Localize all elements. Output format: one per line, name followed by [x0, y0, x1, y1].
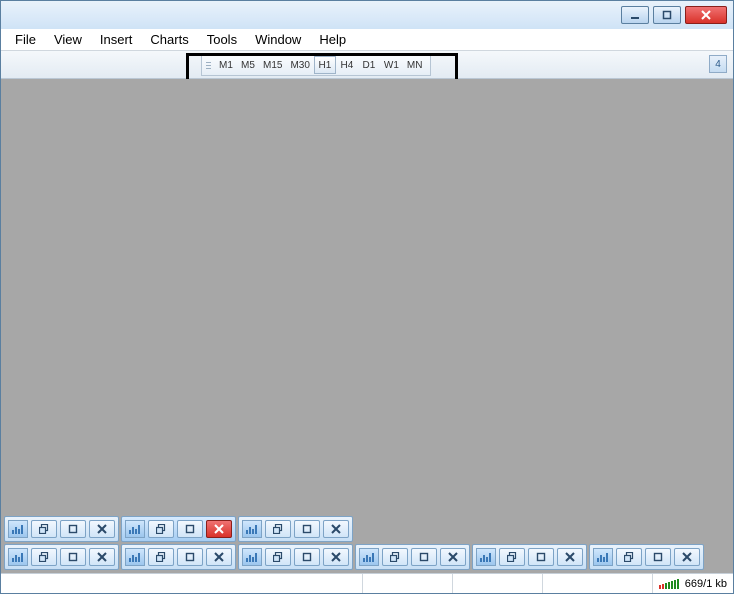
- mdi-maximize-button[interactable]: [294, 520, 320, 538]
- status-cell: [362, 574, 452, 593]
- mdi-minimized-window[interactable]: [4, 544, 119, 570]
- chart-icon: [125, 520, 145, 538]
- menubar: File View Insert Charts Tools Window Hel…: [1, 29, 733, 51]
- maximize-icon: [662, 10, 672, 20]
- chart-icon: [476, 548, 496, 566]
- mdi-restore-button[interactable]: [148, 520, 174, 538]
- mdi-restore-button[interactable]: [265, 548, 291, 566]
- chart-icon: [593, 548, 613, 566]
- mdi-minimized-zone: [1, 513, 733, 573]
- chart-icon: [8, 520, 28, 538]
- menu-insert[interactable]: Insert: [92, 30, 141, 49]
- status-traffic-text: 669/1 kb: [685, 578, 727, 590]
- mdi-close-button[interactable]: [323, 520, 349, 538]
- chart-icon: [242, 548, 262, 566]
- menu-tools[interactable]: Tools: [199, 30, 245, 49]
- chart-icon: [125, 548, 145, 566]
- period-m5-button[interactable]: M5: [237, 56, 259, 74]
- mdi-maximize-button[interactable]: [528, 548, 554, 566]
- mdi-close-button[interactable]: [89, 520, 115, 538]
- mdi-maximize-button[interactable]: [177, 520, 203, 538]
- status-cell: [1, 574, 362, 593]
- mdi-maximize-button[interactable]: [60, 520, 86, 538]
- chart-icon: [8, 548, 28, 566]
- mdi-minimized-window[interactable]: [238, 544, 353, 570]
- mdi-minimized-window[interactable]: [121, 544, 236, 570]
- mdi-minimized-window[interactable]: [355, 544, 470, 570]
- mdi-close-button[interactable]: [206, 520, 232, 538]
- menu-help[interactable]: Help: [311, 30, 354, 49]
- chart-icon: [242, 520, 262, 538]
- status-cell: [542, 574, 652, 593]
- mdi-close-button[interactable]: [206, 548, 232, 566]
- mdi-restore-button[interactable]: [148, 548, 174, 566]
- window-minimize-button[interactable]: [621, 6, 649, 24]
- titlebar: [1, 1, 733, 29]
- menu-charts[interactable]: Charts: [142, 30, 196, 49]
- mdi-close-button[interactable]: [557, 548, 583, 566]
- periodicity-toolbar[interactable]: M1 M5 M15 M30 H1 H4 D1 W1 MN: [201, 54, 431, 76]
- chart-icon: [359, 548, 379, 566]
- mdi-close-button[interactable]: [674, 548, 700, 566]
- signal-bars-icon: [659, 579, 685, 589]
- mdi-restore-button[interactable]: [31, 520, 57, 538]
- mdi-restore-button[interactable]: [31, 548, 57, 566]
- menu-file[interactable]: File: [7, 30, 44, 49]
- mdi-minimized-window[interactable]: [589, 544, 704, 570]
- toolbar-grip-icon[interactable]: [206, 56, 211, 74]
- mdi-close-button[interactable]: [440, 548, 466, 566]
- mdi-maximize-button[interactable]: [294, 548, 320, 566]
- mdi-restore-button[interactable]: [616, 548, 642, 566]
- mdi-minimized-window[interactable]: [472, 544, 587, 570]
- period-mn-button[interactable]: MN: [403, 56, 427, 74]
- menu-window[interactable]: Window: [247, 30, 309, 49]
- mdi-minimized-window[interactable]: [121, 516, 236, 542]
- period-h4-button[interactable]: H4: [336, 56, 358, 74]
- mdi-maximize-button[interactable]: [60, 548, 86, 566]
- status-connection: 669/1 kb: [652, 574, 733, 593]
- mdi-restore-button[interactable]: [265, 520, 291, 538]
- status-cell: [452, 574, 542, 593]
- period-w1-button[interactable]: W1: [380, 56, 403, 74]
- mdi-minimized-window[interactable]: [238, 516, 353, 542]
- mdi-close-button[interactable]: [89, 548, 115, 566]
- window-maximize-button[interactable]: [653, 6, 681, 24]
- period-m15-button[interactable]: M15: [259, 56, 286, 74]
- mdi-minimized-window[interactable]: [4, 516, 119, 542]
- mdi-restore-button[interactable]: [382, 548, 408, 566]
- toolbar-side-indicator[interactable]: 4: [709, 55, 727, 73]
- mdi-maximize-button[interactable]: [645, 548, 671, 566]
- period-h1-button[interactable]: H1: [314, 56, 336, 74]
- close-icon: [701, 10, 711, 20]
- chart-workspace: [1, 79, 733, 573]
- minimize-icon: [630, 10, 640, 20]
- window-close-button[interactable]: [685, 6, 727, 24]
- mdi-maximize-button[interactable]: [411, 548, 437, 566]
- period-m30-button[interactable]: M30: [286, 56, 313, 74]
- mdi-restore-button[interactable]: [499, 548, 525, 566]
- menu-view[interactable]: View: [46, 30, 90, 49]
- period-d1-button[interactable]: D1: [358, 56, 380, 74]
- mdi-close-button[interactable]: [323, 548, 349, 566]
- statusbar: 669/1 kb: [1, 573, 733, 593]
- mdi-maximize-button[interactable]: [177, 548, 203, 566]
- period-m1-button[interactable]: M1: [215, 56, 237, 74]
- toolbar-row: M1 M5 M15 M30 H1 H4 D1 W1 MN 4: [1, 51, 733, 79]
